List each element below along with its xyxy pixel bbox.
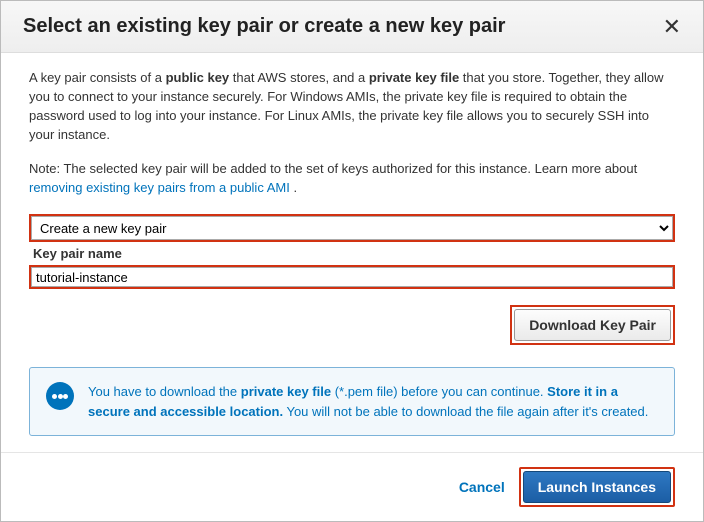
- info-text-e: You will not be able to download the fil…: [283, 404, 648, 419]
- intro-public-key: public key: [166, 70, 230, 85]
- modal-body: A key pair consists of a public key that…: [1, 53, 703, 452]
- note-paragraph: Note: The selected key pair will be adde…: [29, 160, 675, 198]
- remove-keypairs-link[interactable]: removing existing key pairs from a publi…: [29, 180, 290, 195]
- modal-title: Select an existing key pair or create a …: [23, 15, 505, 38]
- modal-header: Select an existing key pair or create a …: [1, 1, 703, 53]
- launch-button-highlight: Launch Instances: [519, 467, 675, 507]
- info-icon: [46, 382, 74, 410]
- intro-text-c: that AWS stores, and a: [229, 70, 369, 85]
- keypair-modal: Select an existing key pair or create a …: [0, 0, 704, 522]
- intro-paragraph: A key pair consists of a public key that…: [29, 69, 675, 144]
- download-keypair-button[interactable]: Download Key Pair: [514, 309, 671, 341]
- intro-text-a: A key pair consists of a: [29, 70, 166, 85]
- info-box: You have to download the private key fil…: [29, 367, 675, 436]
- download-keypair-highlight: Download Key Pair: [510, 305, 675, 345]
- intro-private-key-file: private key file: [369, 70, 459, 85]
- info-text-a: You have to download the: [88, 384, 241, 399]
- cancel-button[interactable]: Cancel: [459, 479, 505, 495]
- launch-instances-button[interactable]: Launch Instances: [523, 471, 671, 503]
- info-private-key-file: private key file: [241, 384, 331, 399]
- keypair-action-select-highlight: Create a new key pair: [29, 214, 675, 242]
- keypair-name-label: Key pair name: [29, 242, 675, 263]
- close-icon[interactable]: ✕: [663, 16, 681, 38]
- keypair-name-input[interactable]: [31, 267, 673, 287]
- info-text-c: (*.pem file) before you can continue.: [331, 384, 547, 399]
- note-text: Note: The selected key pair will be adde…: [29, 161, 637, 176]
- download-row: Download Key Pair: [29, 303, 675, 345]
- keypair-action-select[interactable]: Create a new key pair: [31, 216, 673, 240]
- modal-footer: Cancel Launch Instances: [1, 452, 703, 521]
- note-period: .: [290, 180, 297, 195]
- keypair-name-highlight: [29, 265, 675, 289]
